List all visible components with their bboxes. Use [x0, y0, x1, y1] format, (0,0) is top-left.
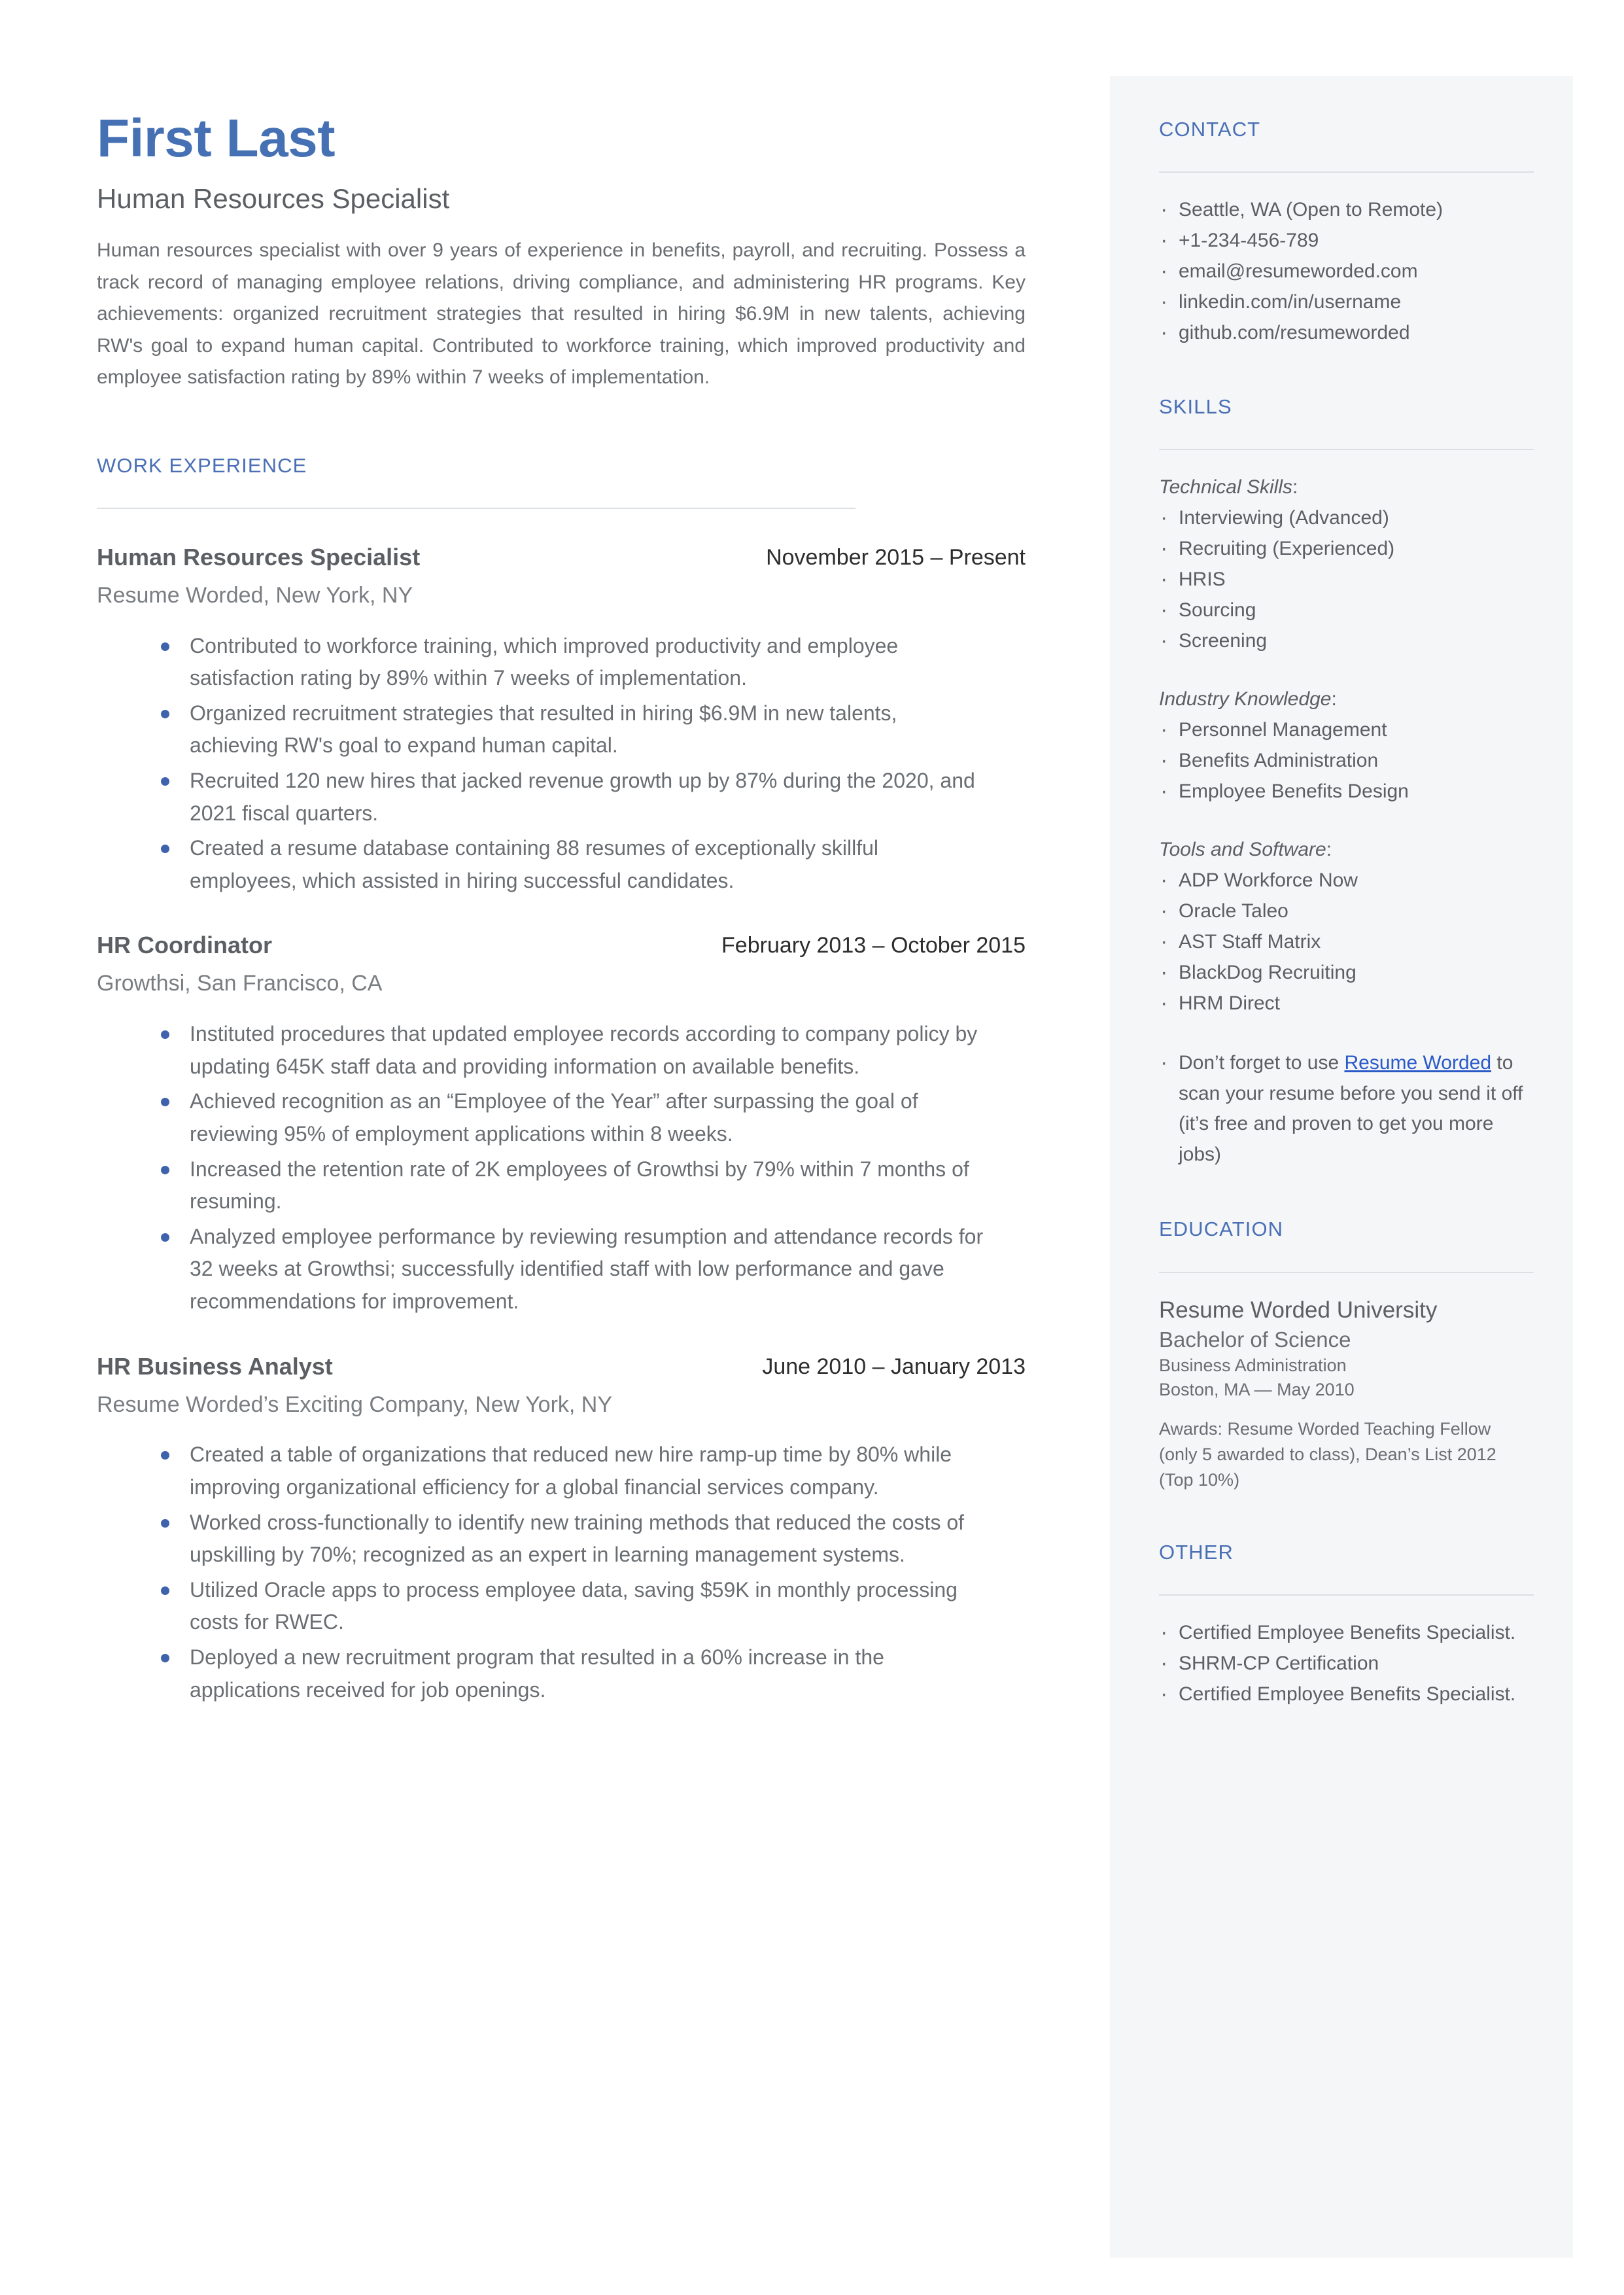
skills-group-list: Interviewing (Advanced)Recruiting (Exper… — [1159, 501, 1534, 657]
skills-divider — [1159, 449, 1534, 451]
professional-summary: Human resources specialist with over 9 y… — [97, 239, 1026, 389]
job-bullet: Organized recruitment strategies that re… — [149, 697, 986, 762]
education-major: Business Administration — [1159, 1356, 1347, 1376]
skill-item: Benefits Administration — [1159, 744, 1534, 777]
skill-item: ADP Workforce Now — [1159, 864, 1534, 897]
skill-item: HRM Direct — [1159, 987, 1534, 1020]
other-heading: OTHER — [1159, 1541, 1234, 1564]
job-bullet: Created a resume database containing 88 … — [149, 832, 986, 897]
work-experience-item: HR Business Analyst June 2010 – January 2… — [97, 1352, 1026, 1707]
skills-group-spacer — [1159, 657, 1534, 679]
other-list: Certified Employee Benefits Specialist.S… — [1159, 1616, 1534, 1711]
sidebar: CONTACT Seattle, WA (Open to Remote)+1-2… — [1110, 76, 1573, 2258]
skills-heading: SKILLS — [1159, 395, 1232, 419]
main-column: First Last Human Resources Specialist Hu… — [97, 0, 1026, 1709]
education-location: Boston, MA — May 2010 — [1159, 1380, 1355, 1400]
job-bullet: Contributed to workforce training, which… — [149, 630, 986, 695]
skill-item: Interviewing (Advanced) — [1159, 501, 1534, 534]
job-bullet-list: Contributed to workforce training, which… — [97, 630, 1026, 898]
skills-group-colon: : — [1292, 476, 1298, 499]
contact-item: email@resumeworded.com — [1159, 254, 1534, 288]
job-date-range: February 2013 – October 2015 — [721, 933, 1026, 958]
skill-item: HRIS — [1159, 563, 1534, 596]
other-item: SHRM-CP Certification — [1159, 1647, 1534, 1680]
skill-item: Recruiting (Experienced) — [1159, 532, 1534, 565]
job-bullet: Recruited 120 new hires that jacked reve… — [149, 765, 986, 830]
skills-group-label: Tools and Software: — [1159, 835, 1534, 864]
job-date-range: November 2015 – Present — [766, 544, 1026, 570]
resume-page: First Last Human Resources Specialist Hu… — [0, 0, 1624, 2295]
education-school: Resume Worded University — [1159, 1297, 1438, 1323]
contact-item: +1-234-456-789 — [1159, 224, 1534, 257]
resume-worded-link[interactable]: Resume Worded — [1344, 1052, 1491, 1074]
skill-item: Screening — [1159, 624, 1534, 657]
job-bullet: Worked cross-functionally to identify ne… — [149, 1507, 986, 1571]
education-divider — [1159, 1271, 1534, 1273]
skills-group-label-text: Industry Knowledge — [1159, 688, 1332, 710]
education-heading: EDUCATION — [1159, 1218, 1284, 1241]
education-entry: Resume Worded University Bachelor of Sci… — [1159, 1295, 1534, 1494]
contact-item: linkedin.com/in/username — [1159, 285, 1534, 319]
job-bullet: Created a table of organizations that re… — [149, 1439, 986, 1503]
other-item: Certified Employee Benefits Specialist. — [1159, 1677, 1534, 1711]
candidate-role: Human Resources Specialist — [97, 183, 450, 214]
education-degree: Bachelor of Science — [1159, 1327, 1351, 1352]
skills-group-list: ADP Workforce NowOracle TaleoAST Staff M… — [1159, 864, 1534, 1020]
job-bullet: Instituted procedures that updated emplo… — [149, 1018, 986, 1083]
skill-item: Oracle Taleo — [1159, 894, 1534, 928]
work-experience-divider — [97, 507, 855, 509]
promo-text-before: Don’t forget to use — [1179, 1052, 1345, 1074]
job-bullet-list: Instituted procedures that updated emplo… — [97, 1018, 1026, 1318]
skills-group-label: Industry Knowledge: — [1159, 684, 1534, 714]
skills-group-label-text: Tools and Software — [1159, 839, 1326, 861]
candidate-name: First Last — [97, 109, 336, 168]
skill-item: BlackDog Recruiting — [1159, 956, 1534, 989]
job-bullet-list: Created a table of organizations that re… — [97, 1439, 1026, 1706]
work-experience-item: HR Coordinator February 2013 – October 20… — [97, 931, 1026, 1318]
work-experience-item: Human Resources Specialist November 2015 … — [97, 543, 1026, 898]
job-bullet: Achieved recognition as an “Employee of … — [149, 1085, 986, 1150]
resume-worded-promo: Don’t forget to use Resume Worded to sca… — [1159, 1045, 1534, 1170]
work-experience-list: Human Resources Specialist November 2015 … — [97, 543, 1026, 1706]
contact-divider — [1159, 171, 1534, 173]
skills-group-spacer — [1159, 807, 1534, 830]
job-bullet: Increased the retention rate of 2K emplo… — [149, 1153, 986, 1218]
skill-item: AST Staff Matrix — [1159, 925, 1534, 958]
skills-group-colon: : — [1326, 839, 1332, 861]
job-company: Resume Worded, New York, NY — [97, 582, 413, 608]
job-bullet: Deployed a new recruitment program that … — [149, 1641, 986, 1706]
skills-groups: Technical Skills:Interviewing (Advanced)… — [1159, 472, 1534, 1020]
job-header-row: Human Resources Specialist November 2015 … — [97, 543, 1026, 573]
education-awards: Awards: Resume Worded Teaching Fellow (o… — [1159, 1418, 1496, 1490]
job-date-range: June 2010 – January 2013 — [762, 1354, 1026, 1379]
job-company: Growthsi, San Francisco, CA — [97, 971, 383, 996]
skill-item: Personnel Management — [1159, 713, 1534, 746]
skills-group-colon: : — [1331, 688, 1337, 710]
skill-item: Sourcing — [1159, 593, 1534, 627]
job-company: Resume Worded’s Exciting Company, New Yo… — [97, 1392, 613, 1417]
job-bullet: Analyzed employee performance by reviewi… — [149, 1221, 986, 1318]
other-divider — [1159, 1594, 1534, 1596]
job-bullet: Utilized Oracle apps to process employee… — [149, 1574, 986, 1639]
contact-item: github.com/resumeworded — [1159, 316, 1534, 349]
contact-list: Seattle, WA (Open to Remote)+1-234-456-7… — [1159, 193, 1534, 349]
job-header-row: HR Coordinator February 2013 – October 20… — [97, 931, 1026, 961]
skills-group-label: Technical Skills: — [1159, 472, 1534, 502]
job-header-row: HR Business Analyst June 2010 – January 2… — [97, 1352, 1026, 1382]
skills-group-list: Personnel ManagementBenefits Administrat… — [1159, 713, 1534, 808]
contact-item: Seattle, WA (Open to Remote) — [1159, 193, 1534, 226]
skill-item: Employee Benefits Design — [1159, 775, 1534, 808]
skills-group-label-text: Technical Skills — [1159, 476, 1292, 499]
work-experience-heading: WORK EXPERIENCE — [97, 453, 307, 477]
contact-heading: CONTACT — [1159, 118, 1261, 141]
other-item: Certified Employee Benefits Specialist. — [1159, 1616, 1534, 1649]
